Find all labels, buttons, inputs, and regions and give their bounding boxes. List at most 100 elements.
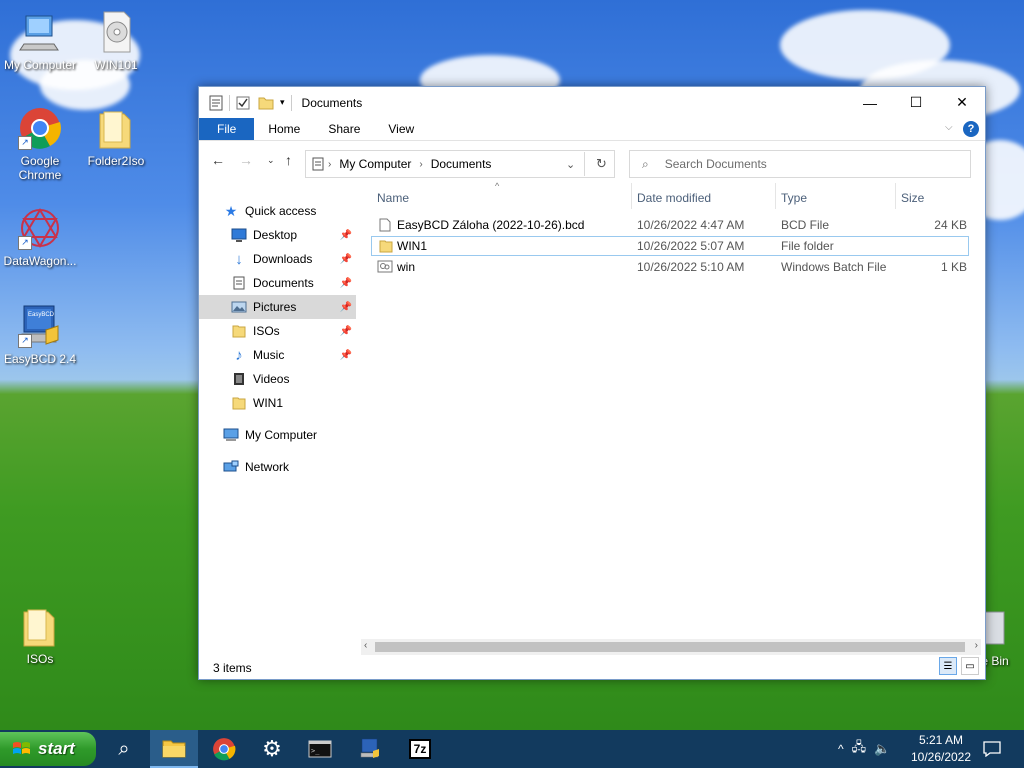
taskbar-command-prompt[interactable]: >_: [296, 730, 344, 768]
nav-label: Quick access: [245, 204, 317, 218]
help-icon[interactable]: ?: [963, 121, 979, 137]
nav-item-pictures[interactable]: Pictures 📌: [199, 295, 356, 319]
nav-quick-access[interactable]: ★ Quick access: [223, 199, 380, 223]
nav-item-videos[interactable]: Videos: [199, 367, 356, 391]
refresh-icon[interactable]: ↻: [596, 156, 607, 172]
scrollbar-thumb[interactable]: [375, 642, 965, 652]
pin-icon[interactable]: 📌: [340, 302, 352, 313]
desktop-icon-label: Google Chrome: [18, 154, 62, 182]
taskbar-easybcd[interactable]: [346, 730, 394, 768]
network-icon[interactable]: 🖧: [852, 738, 867, 760]
recent-locations-button[interactable]: ⌄: [267, 155, 275, 166]
start-button[interactable]: start: [0, 732, 96, 766]
desktop-icon-my-computer[interactable]: My Computer: [0, 10, 80, 72]
taskbar-settings[interactable]: ⚙: [248, 730, 296, 768]
volume-icon[interactable]: 🔈: [874, 741, 890, 757]
nav-item-desktop[interactable]: Desktop 📌: [199, 223, 356, 247]
properties-icon[interactable]: [209, 95, 223, 111]
search-input[interactable]: ⌕ Search Documents: [629, 150, 971, 178]
nav-item-documents[interactable]: Documents 📌: [199, 271, 356, 295]
taskbar-search[interactable]: ⌕: [100, 730, 148, 768]
notification-icon: [983, 741, 1001, 757]
nav-item-isos[interactable]: ISOs 📌: [199, 319, 356, 343]
search-icon: ⌕: [642, 156, 649, 171]
title-bar[interactable]: ▾ Documents — ☐ ✕: [199, 87, 985, 118]
window-title: Documents: [301, 95, 363, 110]
desktop-icon-chrome[interactable]: ↗ Google Chrome: [0, 106, 80, 182]
forward-button[interactable]: →: [239, 152, 253, 168]
pin-icon[interactable]: 📌: [340, 230, 352, 241]
desktop-icon-win101[interactable]: WIN101: [76, 10, 156, 72]
nav-item-music[interactable]: ♪ Music 📌: [199, 343, 356, 367]
start-label: start: [38, 739, 75, 758]
file-row[interactable]: EasyBCD Záloha (2022-10-26).bcd 10/26/20…: [371, 215, 969, 235]
status-item-count: 3 items: [213, 661, 252, 675]
folder-icon: [231, 323, 247, 339]
gear-icon: ⚙: [262, 736, 282, 761]
minimize-button[interactable]: —: [847, 87, 893, 118]
seven-zip-icon: 7z: [408, 739, 432, 759]
show-hidden-icons-icon[interactable]: ^: [838, 742, 844, 756]
breadcrumb-documents[interactable]: Documents: [431, 157, 492, 171]
column-separator[interactable]: [895, 183, 896, 209]
desktop-icon-isos[interactable]: ISOs: [0, 604, 80, 666]
customize-toolbar-icon[interactable]: ▾: [280, 97, 285, 108]
close-button[interactable]: ✕: [939, 87, 985, 118]
desktop-icon-easybcd[interactable]: EasyBCD ↗ EasyBCD 2.4: [0, 304, 80, 366]
nav-network[interactable]: Network: [199, 455, 356, 479]
ribbon: File Home Share View ⌵ ?: [199, 118, 985, 141]
column-header-type[interactable]: Type: [781, 191, 807, 205]
new-folder-icon[interactable]: [258, 96, 274, 110]
column-header-size[interactable]: Size: [901, 191, 924, 205]
address-row: ← → ⌄ ↑ › My Computer › Documents ⌄ ↻ ⌕ …: [199, 141, 985, 183]
file-row[interactable]: win 10/26/2022 5:10 AM Windows Batch Fil…: [371, 257, 969, 277]
taskbar-file-explorer[interactable]: [150, 730, 198, 768]
pictures-icon: [231, 299, 247, 315]
file-row[interactable]: WIN1 10/26/2022 5:07 AM File folder: [371, 236, 969, 256]
nav-my-computer[interactable]: My Computer: [199, 423, 356, 447]
nav-item-win1[interactable]: WIN1: [199, 391, 356, 415]
desktop-icon-datawagon[interactable]: ↗ DataWagon...: [0, 206, 80, 268]
checkmark-icon[interactable]: [236, 96, 250, 110]
scroll-right-icon[interactable]: ›: [975, 640, 978, 651]
clock[interactable]: 5:21 AM 10/26/2022: [904, 732, 978, 766]
details-view-button[interactable]: ☰: [939, 657, 957, 675]
address-bar[interactable]: › My Computer › Documents ⌄ ↻: [305, 150, 615, 178]
tab-share[interactable]: Share: [314, 118, 374, 140]
up-button[interactable]: ↑: [285, 152, 292, 168]
column-separator[interactable]: [775, 183, 776, 209]
column-header-date-modified[interactable]: Date modified: [637, 191, 711, 205]
search-placeholder: Search Documents: [664, 157, 767, 171]
large-icons-view-button[interactable]: ▭: [961, 657, 979, 675]
action-center-button[interactable]: [970, 730, 1014, 768]
tab-home[interactable]: Home: [254, 118, 314, 140]
horizontal-scrollbar[interactable]: ‹ ›: [361, 639, 981, 655]
taskbar-chrome[interactable]: [200, 730, 248, 768]
navigation-pane: ★ Quick access Desktop 📌 ↓ Downloads 📌 D…: [199, 183, 359, 663]
column-header-name[interactable]: Name: [377, 191, 409, 205]
pin-icon[interactable]: 📌: [340, 326, 352, 337]
back-button[interactable]: ←: [211, 152, 225, 168]
maximize-button[interactable]: ☐: [893, 87, 939, 118]
breadcrumb-my-computer[interactable]: My Computer: [339, 157, 411, 171]
scroll-left-icon[interactable]: ‹: [364, 640, 367, 651]
desktop-icon-folder2iso[interactable]: Folder2Iso: [76, 106, 156, 168]
chevron-right-icon: ›: [419, 158, 423, 170]
desktop-icon-label: DataWagon...: [3, 254, 77, 268]
windows-logo-icon: [13, 742, 30, 754]
tab-file[interactable]: File: [199, 118, 255, 140]
batch-file-icon: [377, 260, 393, 273]
file-size: 1 KB: [940, 260, 967, 274]
taskbar-7zip[interactable]: 7z: [396, 730, 444, 768]
pin-icon[interactable]: 📌: [340, 254, 352, 265]
nav-label: ISOs: [253, 324, 280, 338]
tab-view[interactable]: View: [374, 118, 428, 140]
pin-icon[interactable]: 📌: [340, 278, 352, 289]
expand-ribbon-icon[interactable]: ⌵: [945, 122, 953, 133]
file-name: WIN1: [397, 239, 427, 253]
command-prompt-icon: >_: [308, 740, 332, 758]
address-dropdown-icon[interactable]: ⌄: [566, 158, 575, 171]
pin-icon[interactable]: 📌: [340, 350, 352, 361]
column-separator[interactable]: [631, 183, 632, 209]
nav-item-downloads[interactable]: ↓ Downloads 📌: [199, 247, 356, 271]
